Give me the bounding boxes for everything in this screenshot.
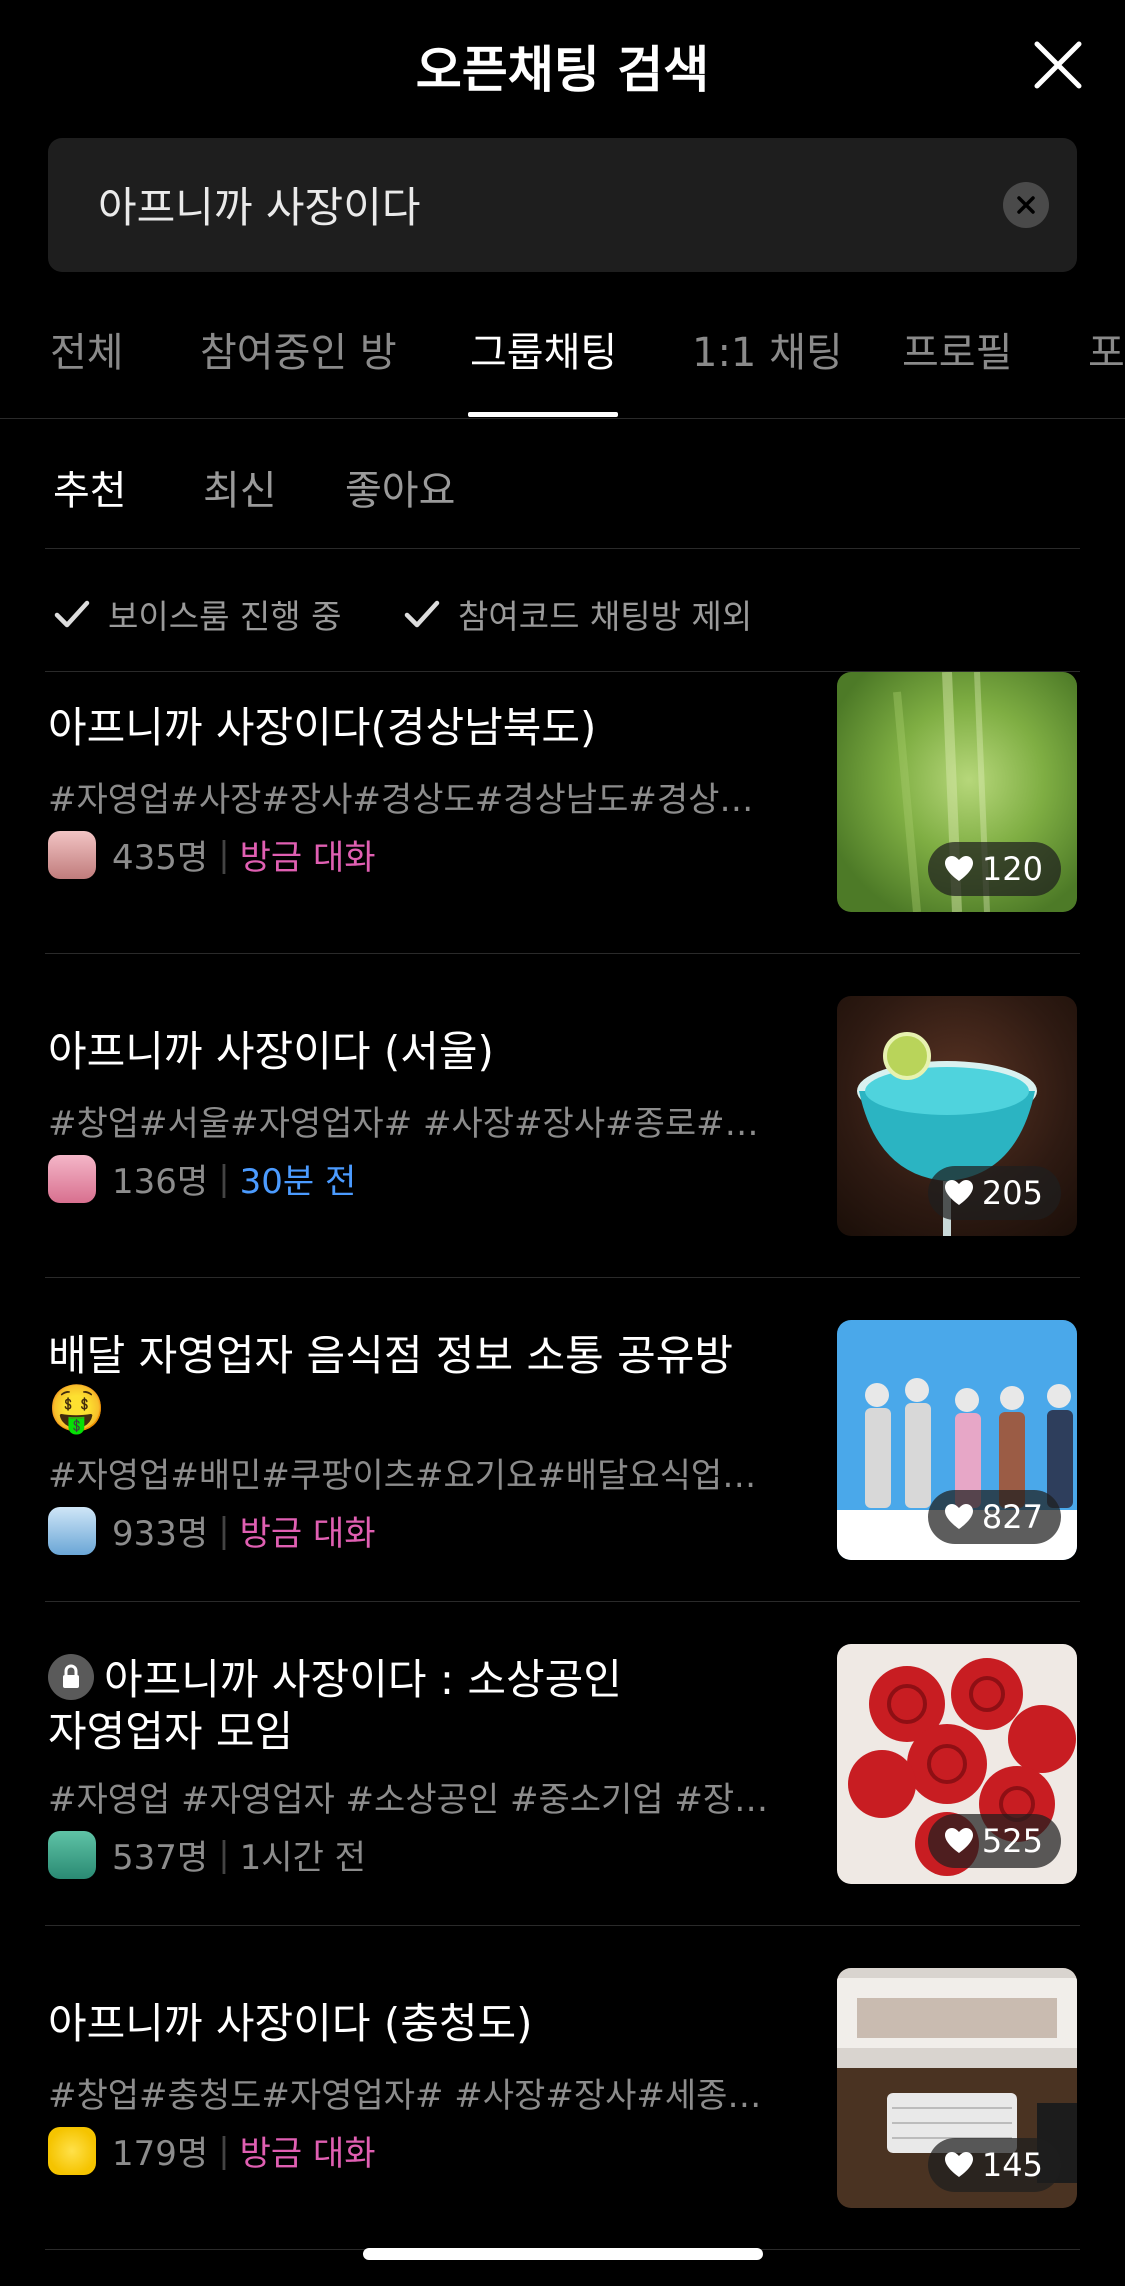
chat-room-item[interactable]: 아프니까 사장이다 (충청도) #창업#충청도#자영업자# #사장#장사#세종…… bbox=[48, 1968, 1077, 2208]
room-thumbnail: 525 bbox=[837, 1644, 1077, 1884]
member-count: 136명 bbox=[112, 1162, 209, 1202]
divider bbox=[45, 953, 1080, 954]
room-thumbnail: 827 bbox=[837, 1320, 1077, 1560]
avatar bbox=[48, 1506, 96, 1555]
search-query-text[interactable]: 아프니까 사장이다 bbox=[98, 174, 420, 235]
member-count: 537명 bbox=[112, 1838, 209, 1878]
chat-room-item[interactable]: 아프니까 사장이다 : 소상공인 자영업자 모임 #자영업 #자영업자 #소상공… bbox=[48, 1644, 1077, 1884]
last-activity: 1시간 전 bbox=[239, 1838, 366, 1878]
filter-voice-room[interactable]: 보이스룸 진행 중 bbox=[52, 590, 342, 638]
tab-all[interactable]: 전체 bbox=[50, 320, 124, 378]
close-icon[interactable] bbox=[1031, 38, 1085, 92]
heart-icon bbox=[944, 2152, 973, 2177]
filter-exclude-code-rooms[interactable]: 참여코드 채팅방 제외 bbox=[402, 590, 752, 638]
room-thumbnail: 145 bbox=[837, 1968, 1077, 2208]
room-title: 아프니까 사장이다(경상남북도) bbox=[48, 703, 597, 752]
tab-joined-rooms[interactable]: 참여중인 방 bbox=[200, 320, 397, 378]
tab-more[interactable]: 포 bbox=[1088, 320, 1125, 378]
room-meta: 933명 | 방금 대화 bbox=[48, 1506, 376, 1555]
room-tags: #자영업 #자영업자 #소상공인 #중소기업 #장… bbox=[48, 1780, 769, 1820]
like-count: 145 bbox=[981, 2146, 1043, 2184]
like-badge: 145 bbox=[927, 2138, 1061, 2192]
separator: | bbox=[218, 1510, 230, 1551]
last-activity: 30분 전 bbox=[239, 1162, 357, 1202]
divider bbox=[45, 548, 1080, 549]
avatar bbox=[48, 2126, 96, 2175]
last-activity: 방금 대화 bbox=[239, 838, 376, 878]
lock-icon bbox=[48, 1654, 94, 1700]
tab-profile[interactable]: 프로필 bbox=[902, 320, 1012, 378]
separator: | bbox=[218, 1834, 230, 1875]
last-activity: 방금 대화 bbox=[239, 2134, 376, 2174]
room-tags: #자영업#배민#쿠팡이츠#요기요#배달요식업… bbox=[48, 1456, 757, 1496]
search-input[interactable]: 아프니까 사장이다 bbox=[48, 138, 1077, 272]
divider bbox=[45, 1601, 1080, 1602]
room-title: 아프니까 사장이다 (충청도) bbox=[48, 1999, 533, 2048]
room-title-block: 아프니까 사장이다 : 소상공인 자영업자 모임 bbox=[48, 1654, 788, 1758]
avatar bbox=[48, 1154, 96, 1203]
chat-room-item[interactable]: 아프니까 사장이다(경상남북도) #자영업#사장#장사#경상도#경상남도#경상…… bbox=[48, 672, 1077, 912]
separator: | bbox=[218, 2130, 230, 2171]
heart-icon bbox=[944, 1180, 973, 1205]
room-title: 아프니까 사장이다 : 소상공인 bbox=[104, 1655, 622, 1704]
room-title: 배달 자영업자 음식점 정보 소통 공유방 bbox=[48, 1331, 733, 1380]
check-icon bbox=[54, 600, 90, 628]
chat-room-item[interactable]: 아프니까 사장이다 (서울) #창업#서울#자영업자# #사장#장사#종로#… … bbox=[48, 996, 1077, 1236]
filter-exclude-code-rooms-label: 참여코드 채팅방 제외 bbox=[458, 597, 753, 636]
heart-icon bbox=[944, 856, 973, 881]
room-title-line2: 자영업자 모임 bbox=[48, 1707, 294, 1756]
divider bbox=[45, 1277, 1080, 1278]
tab-group-chat[interactable]: 그룹채팅 bbox=[470, 320, 617, 378]
last-activity: 방금 대화 bbox=[239, 1514, 376, 1554]
room-meta: 136명 | 30분 전 bbox=[48, 1154, 356, 1203]
like-count: 205 bbox=[981, 1174, 1043, 1212]
room-tags: #창업#서울#자영업자# #사장#장사#종로#… bbox=[48, 1104, 759, 1144]
money-mouth-emoji-icon: 🤑 bbox=[48, 1381, 106, 1435]
like-badge: 205 bbox=[927, 1166, 1061, 1220]
member-count: 933명 bbox=[112, 1514, 209, 1554]
room-meta: 537명 | 1시간 전 bbox=[48, 1830, 366, 1879]
divider bbox=[45, 1925, 1080, 1926]
header: 오픈채팅 검색 bbox=[0, 0, 1125, 130]
room-meta: 435명 | 방금 대화 bbox=[48, 830, 376, 879]
filter-voice-room-label: 보이스룸 진행 중 bbox=[108, 597, 342, 636]
separator: | bbox=[218, 834, 230, 875]
tab-one-on-one-chat[interactable]: 1:1 채팅 bbox=[692, 320, 843, 378]
like-badge: 120 bbox=[927, 842, 1061, 896]
clear-icon[interactable] bbox=[1003, 182, 1049, 228]
home-indicator[interactable] bbox=[363, 2248, 763, 2260]
member-count: 435명 bbox=[112, 838, 209, 878]
room-title-block: 배달 자영업자 음식점 정보 소통 공유방 🤑 bbox=[48, 1330, 788, 1436]
sort-recommended[interactable]: 추천 bbox=[53, 458, 127, 516]
like-count: 525 bbox=[981, 1822, 1043, 1860]
room-tags: #창업#충청도#자영업자# #사장#장사#세종… bbox=[48, 2076, 762, 2116]
heart-icon bbox=[944, 1828, 973, 1853]
like-count: 120 bbox=[981, 850, 1043, 888]
separator: | bbox=[218, 1158, 230, 1199]
avatar bbox=[48, 830, 96, 879]
room-tags: #자영업#사장#장사#경상도#경상남도#경상… bbox=[48, 780, 754, 820]
room-meta: 179명 | 방금 대화 bbox=[48, 2126, 376, 2175]
like-count: 827 bbox=[981, 1498, 1043, 1536]
avatar bbox=[48, 1830, 96, 1879]
sort-latest[interactable]: 최신 bbox=[203, 458, 277, 516]
category-tabs: 전체 참여중인 방 그룹채팅 1:1 채팅 프로필 포 bbox=[0, 300, 1125, 419]
member-count: 179명 bbox=[112, 2134, 209, 2174]
check-icon bbox=[404, 600, 440, 628]
sort-likes[interactable]: 좋아요 bbox=[345, 458, 455, 516]
filters: 보이스룸 진행 중 참여코드 채팅방 제외 bbox=[0, 580, 1125, 660]
like-badge: 525 bbox=[927, 1814, 1061, 1868]
chat-room-item[interactable]: 배달 자영업자 음식점 정보 소통 공유방 🤑 #자영업#배민#쿠팡이츠#요기요… bbox=[48, 1320, 1077, 1560]
page-title: 오픈채팅 검색 bbox=[415, 41, 710, 99]
heart-icon bbox=[944, 1504, 973, 1529]
room-thumbnail: 120 bbox=[837, 672, 1077, 912]
like-badge: 827 bbox=[927, 1490, 1061, 1544]
room-thumbnail: 205 bbox=[837, 996, 1077, 1236]
room-title: 아프니까 사장이다 (서울) bbox=[48, 1027, 494, 1076]
active-tab-indicator bbox=[468, 412, 618, 417]
